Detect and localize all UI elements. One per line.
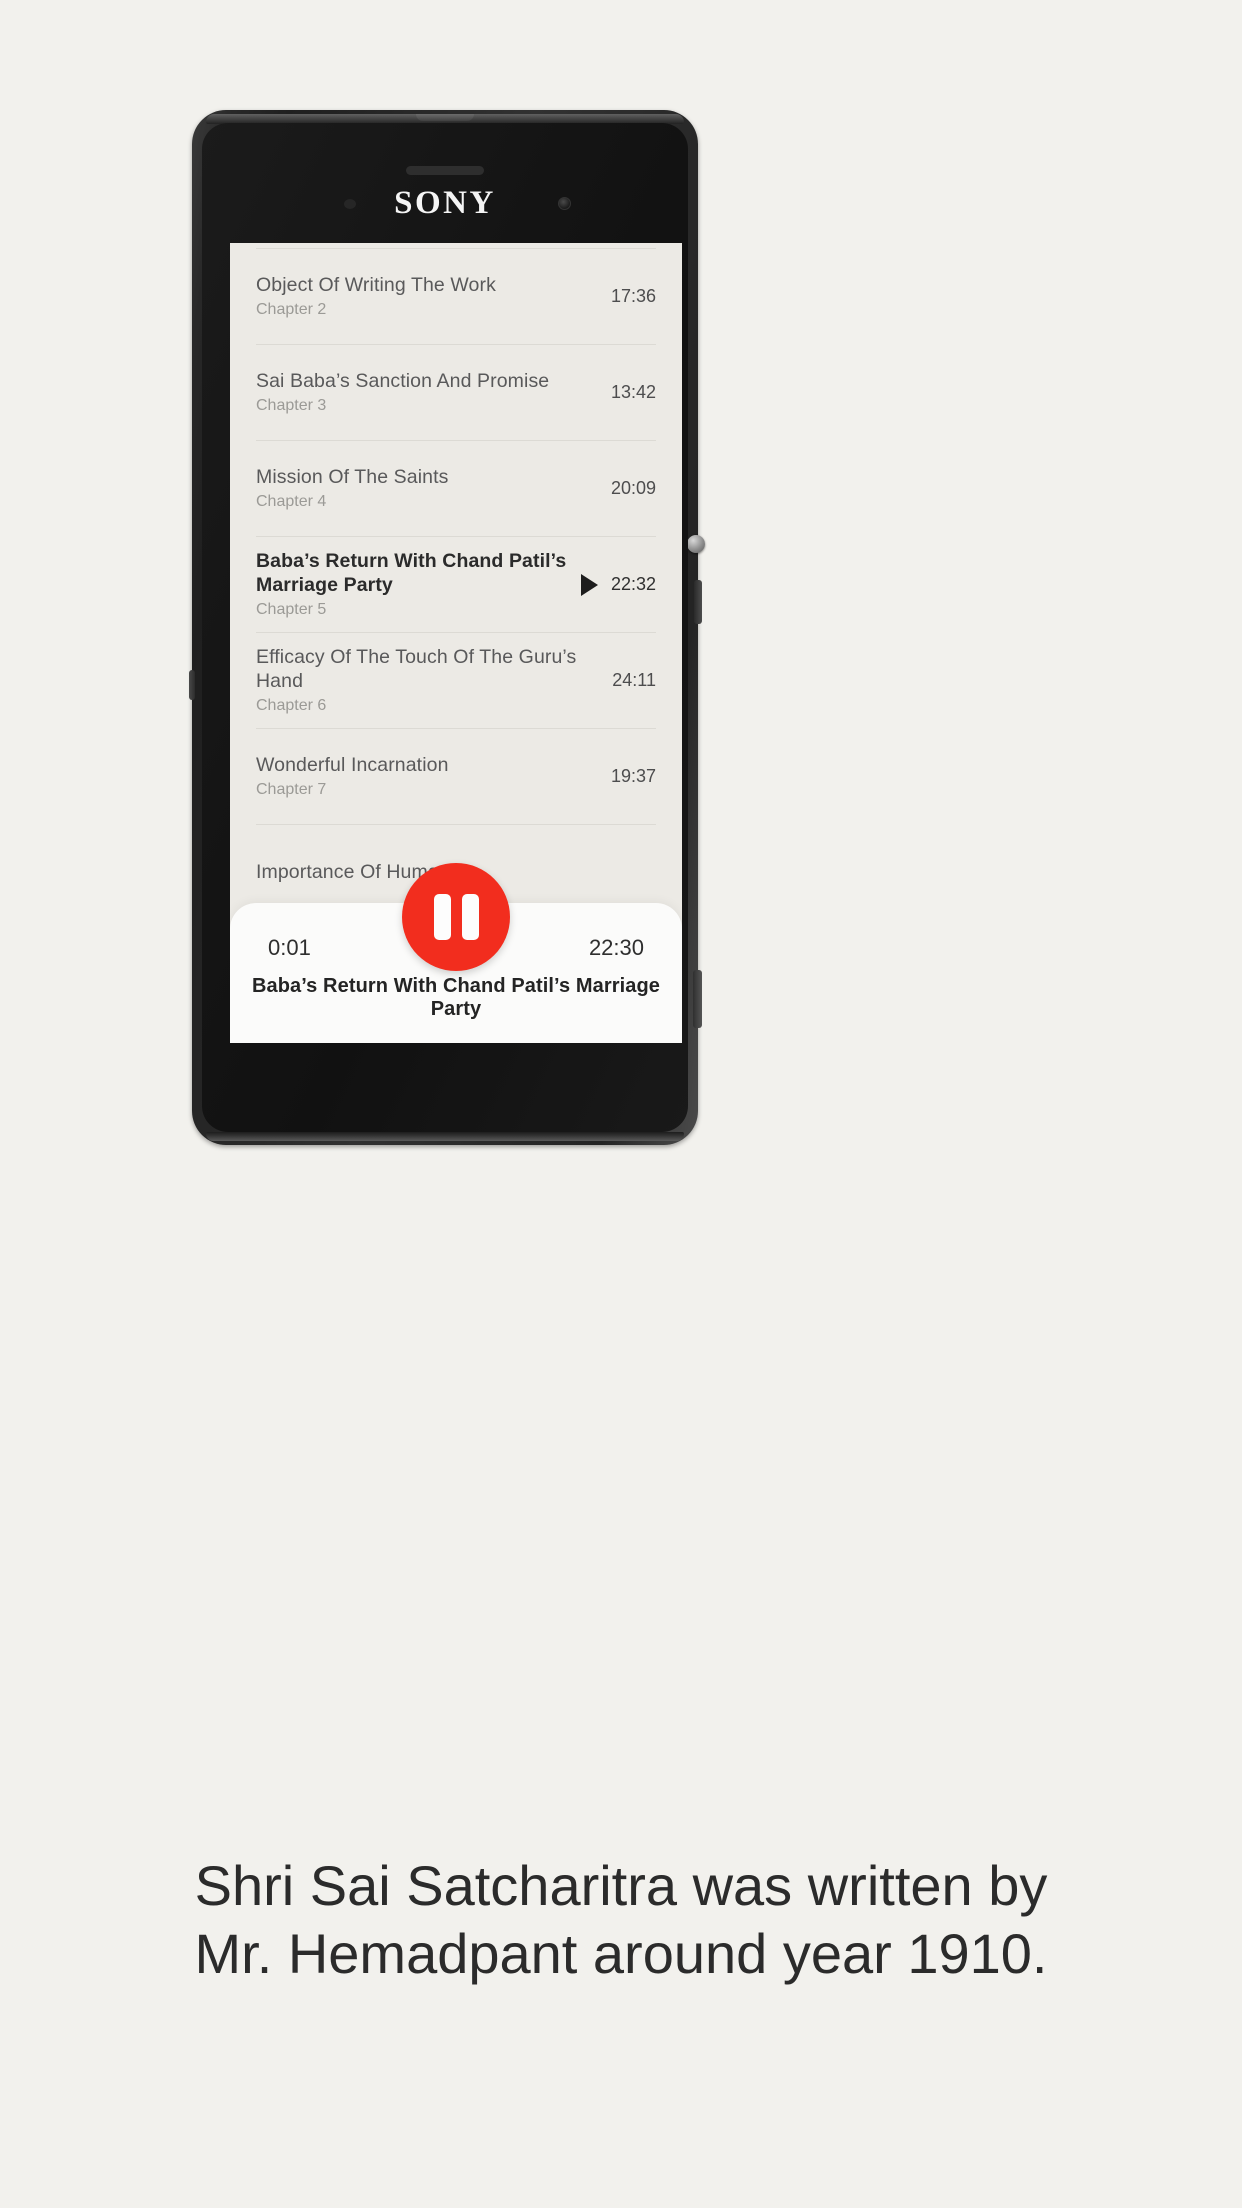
chapter-meta: 17:36: [611, 286, 656, 307]
phone-left-nub: [189, 670, 195, 700]
phone-screen: Object Of Writing The Work Chapter 2 17:…: [230, 243, 682, 1043]
chapter-subtitle: Chapter 2: [256, 301, 327, 319]
chapter-texts: Baba’s Return With Chand Patil’s Marriag…: [256, 550, 581, 620]
chapter-duration: 22:32: [610, 574, 656, 594]
chapter-title: Object Of Writing The Work: [256, 273, 496, 296]
chapter-texts: Object Of Writing The Work Chapter 2: [256, 274, 611, 320]
chapter-subtitle: Chapter 5: [256, 601, 327, 619]
chapter-texts: Mission Of The Saints Chapter 4: [256, 466, 611, 512]
chapter-title: Sai Baba’s Sanction And Promise: [256, 369, 550, 392]
now-playing-title: Baba’s Return With Chand Patil’s Marriag…: [251, 975, 661, 1020]
pause-icon-bar-right: [461, 894, 479, 940]
chapter-duration: 13:42: [610, 382, 656, 402]
chapter-meta: 19:37: [611, 766, 656, 787]
chapter-subtitle: Chapter 3: [256, 397, 327, 415]
table-row[interactable]: Mission Of The Saints Chapter 4 20:09: [256, 441, 656, 537]
promo-caption: Shri Sai Satcharitra was written by Mr. …: [194, 1854, 1048, 1986]
chapter-subtitle: Chapter 6: [256, 697, 327, 715]
chapter-duration: 17:36: [610, 286, 656, 306]
table-row-active[interactable]: Baba’s Return With Chand Patil’s Marriag…: [256, 537, 656, 633]
chapter-texts: Sai Baba’s Sanction And Promise Chapter …: [256, 370, 611, 416]
phone-glass: SONY Object Of Writing The Work Chapter …: [202, 123, 688, 1132]
chapter-duration: 24:11: [612, 670, 656, 690]
chapter-duration: 20:09: [610, 478, 656, 498]
chapter-subtitle: Chapter 4: [256, 493, 327, 511]
now-playing-player-bar: 0:01 22:30 Baba’s Return With Chand Pati…: [230, 863, 682, 1043]
phone-mockup: SONY Object Of Writing The Work Chapter …: [189, 110, 705, 1145]
power-button[interactable]: [687, 535, 705, 553]
phone-top-notch: [416, 114, 474, 121]
chapter-meta: 24:11: [612, 670, 656, 691]
sony-brand-logo: SONY: [394, 185, 496, 221]
elapsed-time: 0:01: [268, 935, 311, 960]
chapter-title: Efficacy Of The Touch Of The Guru’s Hand: [256, 645, 577, 692]
table-row[interactable]: Sai Baba’s Sanction And Promise Chapter …: [256, 345, 656, 441]
pause-icon-bar-left: [433, 894, 451, 940]
chapter-texts: Efficacy Of The Touch Of The Guru’s Hand…: [256, 646, 612, 716]
pause-button[interactable]: [402, 863, 510, 971]
play-icon[interactable]: [580, 573, 598, 596]
camera-shutter-button[interactable]: [693, 970, 702, 1028]
chapter-texts: Wonderful Incarnation Chapter 7: [256, 754, 611, 800]
chapter-title: Wonderful Incarnation: [256, 753, 449, 776]
chapter-title: Mission Of The Saints: [256, 465, 449, 488]
chapter-meta: 20:09: [611, 478, 656, 499]
chapter-title: Baba’s Return With Chand Patil’s Marriag…: [256, 549, 567, 596]
table-row[interactable]: Object Of Writing The Work Chapter 2 17:…: [256, 249, 656, 345]
total-time: 22:30: [588, 935, 644, 960]
table-row[interactable]: Wonderful Incarnation Chapter 7 19:37: [256, 729, 656, 825]
earpiece-speaker-icon: [406, 166, 484, 175]
chapter-meta: 13:42: [611, 382, 656, 403]
chapter-meta: 22:32: [580, 573, 656, 596]
volume-rocker[interactable]: [694, 580, 702, 624]
phone-bottom-edge: [206, 1132, 684, 1141]
table-row[interactable]: Efficacy Of The Touch Of The Guru’s Hand…: [256, 633, 656, 729]
chapter-subtitle: Chapter 7: [256, 781, 327, 799]
chapter-duration: 19:37: [610, 766, 656, 786]
